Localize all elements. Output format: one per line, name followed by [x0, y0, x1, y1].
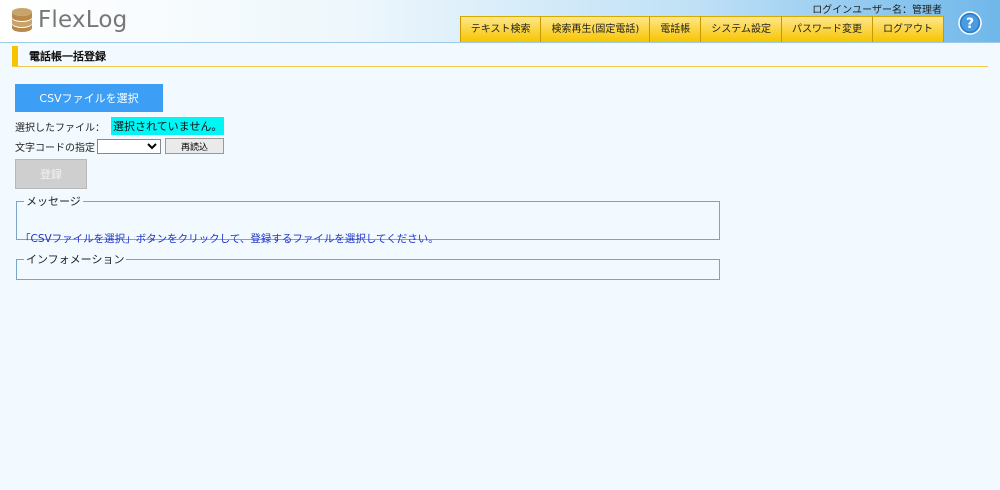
nav-phonebook[interactable]: 電話帳 [649, 16, 701, 42]
main-nav: テキスト検索 検索再生(固定電話) 電話帳 システム設定 パスワード変更 ログア… [459, 16, 944, 42]
reload-button[interactable]: 再読込 [165, 138, 224, 154]
selected-file-status: 選択されていません。 [111, 117, 225, 135]
title-accent-bar [12, 46, 18, 66]
information-legend: インフォメーション [26, 253, 125, 266]
select-csv-button[interactable]: CSVファイルを選択 [15, 84, 163, 112]
selected-file-row: 選択したファイル： 選択されていません。 [15, 117, 225, 135]
message-box: メッセージ 「CSVファイルを選択」ボタンをクリックして、登録するファイルを選択… [16, 193, 720, 245]
help-question-icon[interactable]: ? [958, 11, 982, 35]
encoding-label: 文字コードの指定 [15, 142, 95, 154]
database-logo-icon [12, 8, 32, 32]
logo: FlexLog [10, 6, 127, 34]
message-legend: メッセージ [26, 195, 81, 208]
nav-search-playback[interactable]: 検索再生(固定電話) [540, 16, 650, 42]
register-button[interactable]: 登録 [15, 159, 87, 189]
message-text: 「CSVファイルを選択」ボタンをクリックして、登録するファイルを選択してください… [20, 233, 439, 245]
encoding-select[interactable] [97, 138, 161, 154]
svg-text:?: ? [966, 16, 974, 32]
information-box: インフォメーション [16, 251, 720, 280]
nav-text-search[interactable]: テキスト検索 [459, 16, 541, 42]
page-title: 電話帳一括登録 [29, 50, 106, 63]
encoding-row: 文字コードの指定 再読込 [15, 138, 224, 154]
nav-system-settings[interactable]: システム設定 [700, 16, 781, 42]
nav-password-change[interactable]: パスワード変更 [781, 16, 872, 42]
app-header: FlexLog ログインユーザー名：管理者 テキスト検索 検索再生(固定電話) … [0, 0, 1000, 43]
page-title-bar: 電話帳一括登録 [12, 46, 988, 67]
login-user-label: ログインユーザー名：管理者 [812, 5, 942, 16]
logo-text: FlexLog [38, 7, 128, 33]
selected-file-label: 選択したファイル： [15, 122, 105, 134]
nav-logout[interactable]: ログアウト [872, 16, 944, 42]
